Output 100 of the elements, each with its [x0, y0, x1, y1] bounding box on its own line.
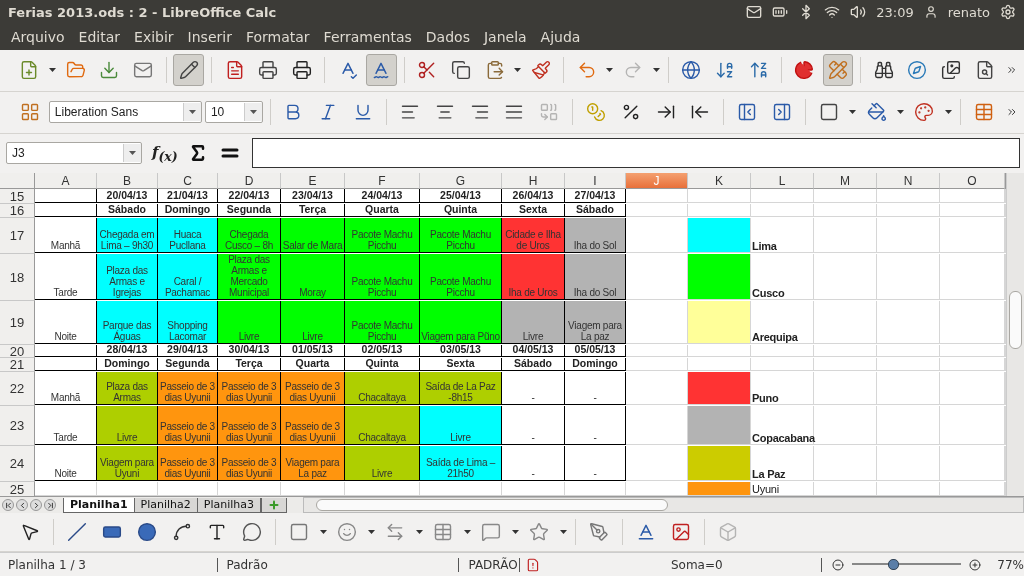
legend-label: La Paz: [752, 468, 786, 481]
row-header[interactable]: 20: [0, 345, 35, 359]
legend-label: Lima: [752, 240, 777, 253]
table-cell: Terça: [281, 204, 345, 218]
table-cell: 21/04/13: [158, 189, 218, 204]
table-cell: Pacote Machu Picchu: [345, 218, 420, 254]
table-cell: 27/04/13: [565, 189, 626, 204]
table-cell: Quinta: [420, 204, 502, 218]
column-header[interactable]: C: [158, 173, 218, 190]
column-header[interactable]: A: [35, 173, 97, 190]
table-cell: Chacaltaya: [345, 372, 420, 406]
table-cell: 20/04/13: [97, 189, 158, 204]
table-cell: Pacote Machu Picchu: [345, 301, 420, 345]
table-cell: Viagem para La paz: [565, 301, 626, 345]
page-style: Padrão: [218, 557, 459, 572]
font-size-field[interactable]: 10: [204, 101, 263, 124]
table-cell: Livre: [420, 406, 502, 446]
table-cell: Salar de Mara: [281, 218, 345, 254]
column-header[interactable]: E: [281, 173, 345, 190]
table-cell: 03/05/13: [420, 345, 502, 358]
table-cell: Sexta: [420, 358, 502, 372]
menu-item[interactable]: Dados: [418, 29, 477, 46]
table-cell: 02/05/13: [345, 345, 420, 358]
column-header[interactable]: O: [940, 173, 1005, 190]
table-cell: Viagem para Uyuni: [97, 446, 158, 482]
column-header[interactable]: I: [565, 173, 626, 190]
table-cell: Passeio de 3 dias Uyunii: [218, 446, 281, 482]
column-header[interactable]: K: [688, 173, 751, 190]
legend-label: Arequipa: [752, 331, 798, 344]
menu-item[interactable]: Editar: [71, 29, 128, 46]
row-header[interactable]: 17: [0, 218, 35, 255]
table-cell: Passeio de 3 dias Uyunii: [218, 406, 281, 446]
column-header[interactable]: D: [218, 173, 281, 190]
table-cell: Chacaltaya: [345, 406, 420, 446]
zoom-percentage: 77%: [997, 557, 1024, 572]
table-cell: -: [565, 372, 626, 406]
table-cell: Livre: [218, 301, 281, 345]
table-cell: Plaza das Armas: [97, 372, 158, 406]
table-cell: -: [502, 446, 565, 482]
table-cell: 23/04/13: [281, 189, 345, 204]
menu-item[interactable]: Exibir: [127, 29, 181, 46]
table-cell: Sexta: [502, 204, 565, 218]
selection-mode: PADRÃO: [458, 557, 521, 572]
row-header[interactable]: 15: [0, 189, 35, 205]
row-header[interactable]: 22: [0, 372, 35, 407]
sheet-tab[interactable]: Planilha2: [133, 497, 198, 513]
legend-label: Copacabana: [752, 432, 815, 445]
row-header[interactable]: 21: [0, 358, 35, 373]
table-cell: Sábado: [565, 204, 626, 218]
sheet-indicator: Planilha 1 / 3: [0, 557, 219, 572]
sheet-tab[interactable]: Planilha1: [63, 497, 135, 513]
table-cell: Segunda: [218, 204, 281, 218]
column-header[interactable]: G: [420, 173, 502, 190]
menu-item[interactable]: Formatar: [238, 29, 317, 46]
table-cell: Shopping Lacomar: [158, 301, 218, 345]
user-name[interactable]: renato: [947, 4, 990, 20]
row-header[interactable]: 25: [0, 482, 35, 497]
table-cell: 01/05/13: [281, 345, 345, 358]
table-cell: 04/05/13: [502, 345, 565, 358]
table-cell: Viagem para Pũno: [420, 301, 502, 345]
table-cell: 29/04/13: [158, 345, 218, 358]
column-header[interactable]: B: [97, 173, 158, 190]
menu-item[interactable]: Janela: [476, 29, 534, 46]
table-cell: Saída de Lima – 21h50: [420, 446, 502, 482]
column-header[interactable]: M: [814, 173, 877, 190]
table-cell: 24/04/13: [345, 189, 420, 204]
row-header[interactable]: 23: [0, 406, 35, 447]
menu-item[interactable]: Ajuda: [533, 29, 588, 46]
table-cell: 22/04/13: [218, 189, 281, 204]
font-name-field[interactable]: Liberation Sans: [48, 101, 202, 124]
row-header[interactable]: 24: [0, 446, 35, 483]
legend-label: Puno: [752, 392, 779, 405]
table-cell: Domingo: [97, 358, 158, 372]
column-header[interactable]: F: [345, 173, 420, 190]
row-header[interactable]: 18: [0, 254, 35, 302]
menu-item[interactable]: Inserir: [180, 29, 239, 46]
function-wizard-button[interactable]: f$_{(x)}$: [152, 142, 178, 164]
clock[interactable]: 23:09: [876, 4, 914, 20]
row-header[interactable]: 16: [0, 204, 35, 219]
table-cell: Terça: [218, 358, 281, 372]
menu-item[interactable]: Arquivo: [4, 29, 72, 46]
table-cell: Chegada Cusco – 8h: [218, 218, 281, 254]
table-cell: Livre: [345, 446, 420, 482]
column-header[interactable]: L: [751, 173, 814, 190]
table-cell: Passeio de 3 dias Uyunii: [281, 406, 345, 446]
row-header[interactable]: 19: [0, 301, 35, 346]
legend-label: Cusco: [752, 287, 785, 300]
table-cell: Quinta: [345, 358, 420, 372]
column-header[interactable]: H: [502, 173, 565, 190]
table-cell: Quarta: [281, 358, 345, 372]
name-box[interactable]: J3: [6, 142, 142, 165]
legend-label: Uyuni: [752, 483, 779, 496]
table-cell: Pacote Machu Picchu: [420, 218, 502, 254]
menu-item[interactable]: Ferramentas: [316, 29, 419, 46]
table-cell: Iha do Sol: [565, 254, 626, 301]
table-cell: 25/04/13: [420, 189, 502, 204]
sheet-tab[interactable]: Planilha3: [196, 497, 261, 513]
table-cell: Sábado: [502, 358, 565, 372]
column-header[interactable]: N: [877, 173, 940, 190]
table-cell: Passeio de 3 dias Uyunii: [281, 372, 345, 406]
